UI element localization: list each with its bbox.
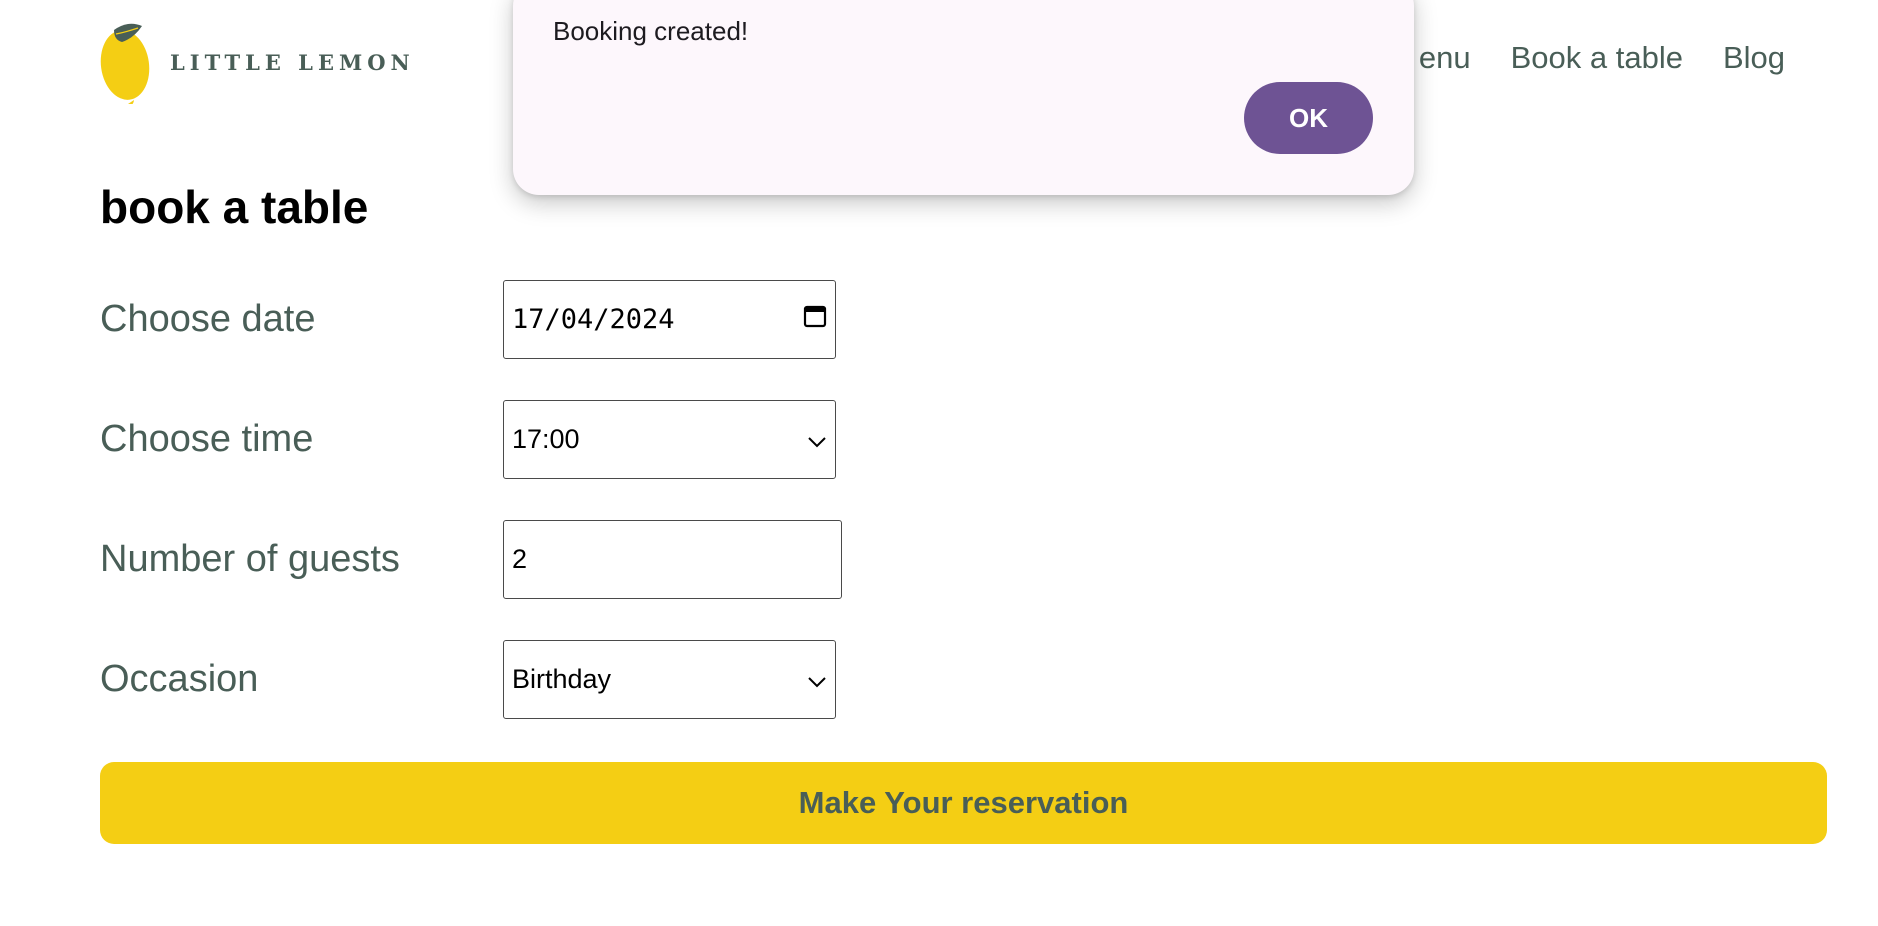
nav-book-a-table[interactable]: Book a table xyxy=(1511,40,1683,76)
page-title: book a table xyxy=(100,181,369,233)
time-select[interactable]: 17:00 xyxy=(503,400,836,479)
ok-button[interactable]: OK xyxy=(1244,82,1373,154)
date-input[interactable]: 17/04/2024 xyxy=(503,280,836,359)
guests-value: 2 xyxy=(512,544,528,574)
chevron-down-icon xyxy=(807,664,827,695)
time-label: Choose time xyxy=(100,418,314,460)
calendar-icon[interactable] xyxy=(803,304,827,335)
logo-text: LITTLE LEMON xyxy=(170,49,415,75)
guests-input[interactable]: 2 xyxy=(503,520,842,599)
date-label: Choose date xyxy=(100,298,316,340)
lemon-icon xyxy=(100,20,152,104)
time-row: Choose time 17:00 xyxy=(100,400,836,479)
time-value: 17:00 xyxy=(512,424,580,454)
occasion-value: Birthday xyxy=(512,664,612,694)
occasion-label: Occasion xyxy=(100,658,259,700)
main-nav: enu Book a table Blog xyxy=(1419,40,1785,76)
guests-label: Number of guests xyxy=(100,538,400,580)
guests-row: Number of guests 2 xyxy=(100,520,842,599)
nav-menu[interactable]: enu xyxy=(1419,40,1471,76)
page: LITTLE LEMON enu Book a table Blog book … xyxy=(0,0,1878,926)
dialog-message: Booking created! xyxy=(553,16,749,46)
chevron-down-icon xyxy=(807,424,827,455)
nav-blog[interactable]: Blog xyxy=(1723,40,1785,76)
make-reservation-button[interactable]: Make Your reservation xyxy=(100,762,1827,844)
date-value: 17/04/2024 xyxy=(512,304,675,335)
booking-dialog: Booking created! OK xyxy=(513,0,1414,195)
occasion-row: Occasion Birthday xyxy=(100,640,836,719)
occasion-select[interactable]: Birthday xyxy=(503,640,836,719)
logo[interactable]: LITTLE LEMON xyxy=(100,20,415,104)
date-row: Choose date 17/04/2024 xyxy=(100,280,836,359)
